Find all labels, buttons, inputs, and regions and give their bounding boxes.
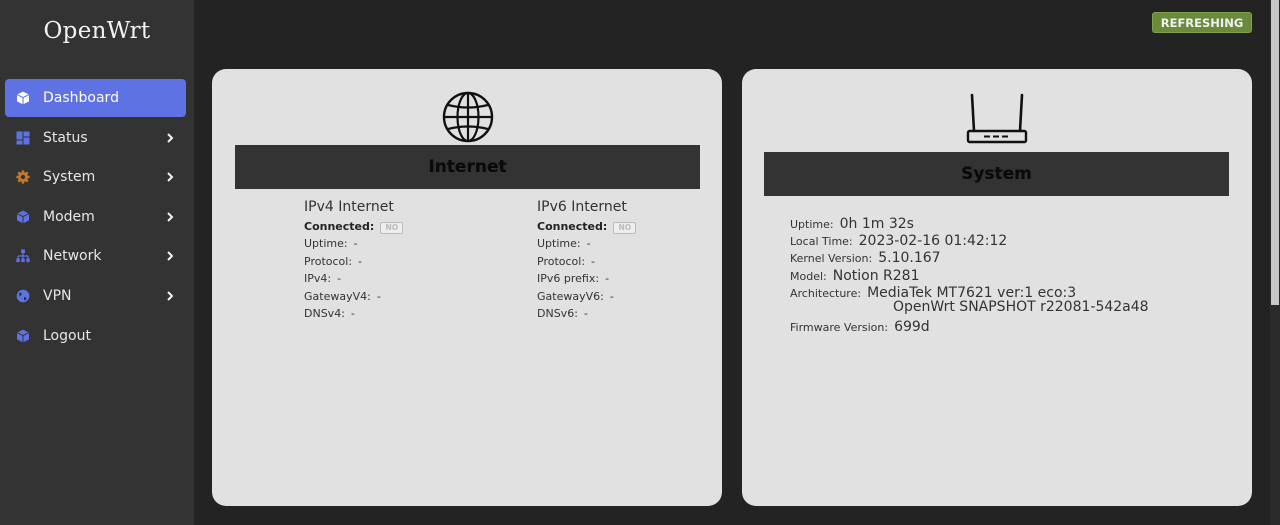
uptime-label: Uptime: <box>790 218 834 231</box>
ipv4-gateway-row: GatewayV4: - <box>304 288 403 305</box>
row-value: - <box>586 237 591 251</box>
ipv6-dns-row: DNSv6: - <box>537 305 636 322</box>
sidebar-item-network[interactable]: Network <box>5 237 186 275</box>
ipv4-dns-row: DNSv4: - <box>304 305 403 322</box>
ipv4-connected-row: Connected: NO <box>304 218 404 235</box>
row-value: - <box>350 307 355 321</box>
chevron-right-icon <box>167 172 174 182</box>
sidebar-item-label: Network <box>43 248 102 265</box>
ipv4-connected-badge: NO <box>380 222 404 234</box>
gear-icon <box>16 170 30 184</box>
row-value: - <box>591 254 596 268</box>
chevron-right-icon <box>167 132 174 143</box>
cube-icon <box>16 329 30 342</box>
ipv6-column: IPv6 Internet Connected: NO Uptime: - Prot… <box>537 199 637 322</box>
chevron-right-icon <box>167 212 174 222</box>
kernel-row: Kernel Version: 5.10.167 <box>790 247 1076 266</box>
row-label: GatewayV4: <box>304 289 371 303</box>
ipv6-connected-row: Connected: NO <box>537 218 637 235</box>
uptime-row: Uptime: 0h 1m 32s <box>790 213 1076 232</box>
row-label: IPv4: <box>304 272 332 286</box>
row-value: - <box>376 289 381 303</box>
ipv6-uptime-row: Uptime: - <box>537 235 636 252</box>
sidebar-item-label: VPN <box>43 287 72 304</box>
internet-card-title: Internet <box>428 157 507 177</box>
ipv6-gateway-row: GatewayV6: - <box>537 288 636 305</box>
sidebar-item-logout[interactable]: Logout <box>5 317 186 355</box>
system-info: Uptime: 0h 1m 32s Local Time: 2023-02-16 0… <box>790 213 1149 336</box>
sidebar-item-status[interactable]: Status <box>5 119 186 157</box>
ipv6-connected-badge: NO <box>613 222 637 234</box>
row-value: - <box>358 254 363 268</box>
firmware-label: Firmware Version: <box>790 321 889 335</box>
local-time-label: Local Time: <box>790 235 853 249</box>
row-label: GatewayV6: <box>537 289 604 303</box>
system-card-title: System <box>961 164 1032 184</box>
model-row: Model: Notion R281 <box>790 265 1076 284</box>
internet-card: Internet IPv4 Internet Connected: NO Upti… <box>212 69 722 506</box>
local-time-row: Local Time: 2023-02-16 01:42:12 <box>790 230 1076 249</box>
ipv6-prefix-row: IPv6 prefix: - <box>537 270 636 287</box>
ipv4-connected-label: Connected: <box>304 220 375 233</box>
row-label: Uptime: <box>537 237 581 251</box>
chevron-right-icon <box>167 291 174 301</box>
ipv4-address-row: IPv4: - <box>304 270 403 287</box>
network-icon <box>16 249 30 263</box>
sidebar-item-dashboard[interactable]: Dashboard <box>5 79 186 117</box>
row-label: DNSv6: <box>537 307 578 321</box>
row-value: - <box>337 272 342 286</box>
row-value: - <box>353 237 358 251</box>
row-label: IPv6 prefix: <box>537 272 600 286</box>
internet-card-header: Internet <box>235 145 700 189</box>
scrollbar-thumb[interactable] <box>1271 0 1279 305</box>
ipv6-protocol-row: Protocol: - <box>537 253 636 270</box>
sidebar-item-label: Dashboard <box>43 90 119 106</box>
refreshing-badge[interactable]: REFRESHING <box>1152 12 1252 33</box>
row-value: - <box>609 289 614 303</box>
sidebar-item-label: System <box>43 169 96 186</box>
globe-icon <box>16 289 30 303</box>
system-card: System Uptime: 0h 1m 32s Local Time: 2023-… <box>742 69 1252 506</box>
row-label: Protocol: <box>537 254 586 268</box>
architecture-label: Architecture: <box>790 286 862 300</box>
globe-icon <box>442 91 494 143</box>
ipv6-connected-label: Connected: <box>537 220 608 233</box>
sidebar-item-label: Logout <box>43 327 91 344</box>
firmware-value: 699d <box>894 319 930 336</box>
architecture-value-2: OpenWrt SNAPSHOT r22081-542a48 <box>893 298 1149 315</box>
ipv4-protocol-row: Protocol: - <box>304 253 403 270</box>
architecture-row-2: OpenWrt SNAPSHOT r22081-542a48 <box>790 299 1149 316</box>
row-value: - <box>583 307 588 321</box>
ipv4-uptime-row: Uptime: - <box>304 235 403 252</box>
sidebar-item-system[interactable]: System <box>5 158 186 196</box>
grid-icon <box>16 131 30 145</box>
router-icon <box>966 93 1028 144</box>
ipv4-column: IPv4 Internet Connected: NO Uptime: - Prot… <box>304 199 404 322</box>
row-value: - <box>605 272 610 286</box>
kernel-label: Kernel Version: <box>790 252 873 266</box>
row-label: DNSv4: <box>304 307 345 321</box>
architecture-row: Architecture: MediaTek MT7621 ver:1 eco:3 <box>790 282 1076 301</box>
row-label: Protocol: <box>304 254 353 268</box>
cube-icon <box>16 91 30 105</box>
sidebar-item-modem[interactable]: Modem <box>5 198 186 236</box>
sidebar-item-label: Modem <box>43 208 95 225</box>
ipv6-title: IPv6 Internet <box>537 199 627 215</box>
brand-logo[interactable]: OpenWrt <box>0 18 194 44</box>
cube-icon <box>16 210 30 224</box>
sidebar-item-label: Status <box>43 129 88 146</box>
system-card-header: System <box>764 152 1229 196</box>
sidebar-nav: Dashboard Status System Modem Network VP… <box>5 79 186 356</box>
chevron-right-icon <box>167 251 174 262</box>
firmware-row: Firmware Version: 699d <box>790 316 1076 336</box>
sidebar: OpenWrt Dashboard Status System Modem Ne… <box>0 0 194 525</box>
model-label: Model: <box>790 269 827 283</box>
ipv4-title: IPv4 Internet <box>304 199 394 215</box>
row-label: Uptime: <box>304 237 348 251</box>
sidebar-item-vpn[interactable]: VPN <box>5 277 186 315</box>
